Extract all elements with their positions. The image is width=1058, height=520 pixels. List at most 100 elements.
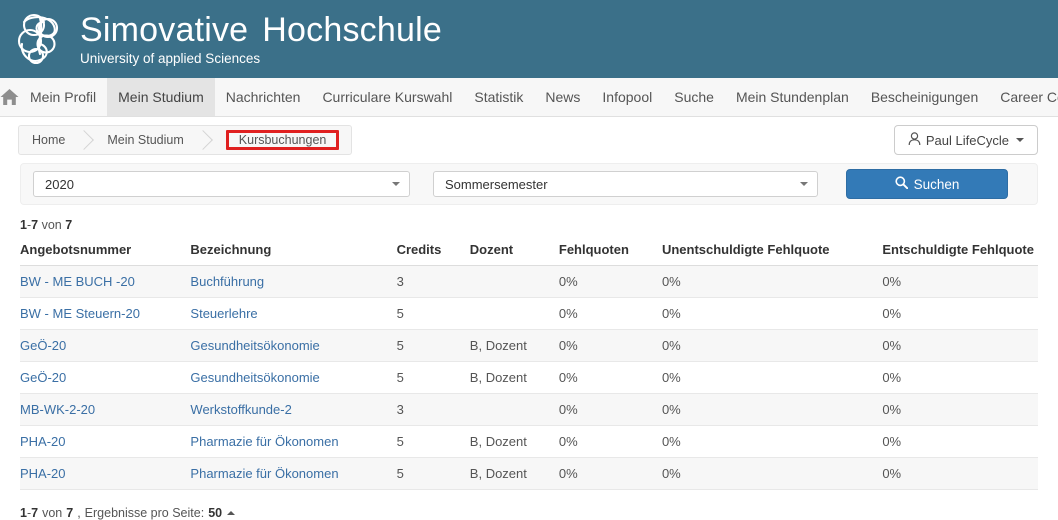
- cell-unentschuldigte-fehlquote: 0%: [657, 329, 879, 362]
- result-count-to: 7: [31, 218, 39, 232]
- column-header-dozent[interactable]: Dozent: [465, 238, 555, 266]
- chevron-down-icon: [392, 182, 400, 186]
- cell-unentschuldigte-fehlquote: 0%: [657, 265, 879, 298]
- nav-item-nachrichten[interactable]: Nachrichten: [215, 78, 312, 116]
- cell-fehlquoten: 0%: [554, 265, 658, 298]
- user-menu-button[interactable]: Paul LifeCycle: [893, 125, 1038, 155]
- cell-angebotsnummer[interactable]: PHA-20: [20, 457, 187, 490]
- column-header-credits[interactable]: Credits: [392, 238, 466, 266]
- nav-item-mein-stundenplan[interactable]: Mein Stundenplan: [725, 78, 860, 116]
- cell-dozent: B, Dozent: [465, 457, 555, 490]
- nav-item-bescheinigungen[interactable]: Bescheinigungen: [860, 78, 989, 116]
- cell-entschuldigte-fehlquote: 0%: [878, 329, 1038, 362]
- nav-item-news[interactable]: News: [534, 78, 591, 116]
- table-header-row: Angebotsnummer Bezeichnung Credits Dozen…: [20, 238, 1038, 266]
- table-row[interactable]: BW - ME Steuern-20 Steuerlehre 5 0% 0% 0…: [20, 297, 1038, 330]
- brand-subtitle: University of applied Sciences: [80, 50, 261, 66]
- table-row[interactable]: GeÖ-20 Gesundheitsökonomie 5 B, Dozent 0…: [20, 361, 1038, 394]
- chevron-down-icon: [800, 182, 808, 186]
- cell-unentschuldigte-fehlquote: 0%: [657, 297, 879, 330]
- cell-fehlquoten: 0%: [554, 329, 658, 362]
- cell-bezeichnung[interactable]: Gesundheitsökonomie: [186, 361, 393, 394]
- cell-credits: 5: [392, 297, 466, 330]
- nav-item-mein-profil[interactable]: Mein Profil: [19, 78, 107, 116]
- footer-count-total: 7: [66, 506, 74, 520]
- breadcrumb: Home Mein Studium Kursbuchungen: [18, 125, 353, 155]
- result-count-top: 1-7 von 7: [20, 205, 1038, 238]
- cell-bezeichnung[interactable]: Werkstoffkunde-2: [186, 393, 393, 426]
- cell-angebotsnummer[interactable]: MB-WK-2-20: [20, 393, 187, 426]
- cell-angebotsnummer[interactable]: GeÖ-20: [20, 329, 187, 362]
- cell-unentschuldigte-fehlquote: 0%: [657, 425, 879, 458]
- nav-item-statistik[interactable]: Statistik: [463, 78, 534, 116]
- brand-name-second: Hochschule: [262, 10, 442, 49]
- cell-credits: 5: [392, 329, 466, 362]
- nav-item-mein-studium[interactable]: Mein Studium: [107, 78, 215, 116]
- cell-bezeichnung[interactable]: Steuerlehre: [186, 297, 393, 330]
- cell-entschuldigte-fehlquote: 0%: [878, 361, 1038, 394]
- column-header-unentschuldigte-fehlquote[interactable]: Unentschuldigte Fehlquote: [657, 238, 879, 266]
- cell-unentschuldigte-fehlquote: 0%: [657, 361, 879, 394]
- column-header-fehlquoten[interactable]: Fehlquoten: [554, 238, 658, 266]
- cell-dozent: [465, 393, 555, 426]
- cell-angebotsnummer[interactable]: GeÖ-20: [20, 361, 187, 394]
- breadcrumb-item-kursbuchungen-wrapper: Kursbuchungen: [212, 126, 352, 154]
- breadcrumb-item-kursbuchungen[interactable]: Kursbuchungen: [225, 130, 340, 150]
- footer-comma: ,: [77, 506, 81, 520]
- column-header-bezeichnung[interactable]: Bezeichnung: [186, 238, 393, 266]
- breadcrumb-item-home[interactable]: Home: [19, 126, 77, 154]
- table-row[interactable]: PHA-20 Pharmazie für Ökonomen 5 B, Dozen…: [20, 425, 1038, 458]
- semester-select[interactable]: Sommersemester: [433, 171, 818, 197]
- cell-angebotsnummer[interactable]: BW - ME Steuern-20: [20, 297, 187, 330]
- cell-angebotsnummer[interactable]: BW - ME BUCH -20: [20, 265, 187, 298]
- cell-credits: 5: [392, 361, 466, 394]
- table-row[interactable]: GeÖ-20 Gesundheitsökonomie 5 B, Dozent 0…: [20, 329, 1038, 362]
- breadcrumb-row: Home Mein Studium Kursbuchungen Paul Lif…: [0, 117, 1058, 163]
- table-row[interactable]: MB-WK-2-20 Werkstoffkunde-2 3 0% 0% 0%: [20, 393, 1038, 426]
- cell-entschuldigte-fehlquote: 0%: [878, 265, 1038, 298]
- footer-count-from: 1: [20, 506, 27, 520]
- cell-dozent: B, Dozent: [465, 361, 555, 394]
- nav-item-infopool[interactable]: Infopool: [591, 78, 663, 116]
- cell-fehlquoten: 0%: [554, 425, 658, 458]
- table-body: BW - ME BUCH -20 Buchführung 3 0% 0% 0% …: [20, 265, 1038, 490]
- year-select-value: 2020: [45, 176, 74, 192]
- cell-credits: 5: [392, 425, 466, 458]
- cell-unentschuldigte-fehlquote: 0%: [657, 457, 879, 490]
- cell-angebotsnummer[interactable]: PHA-20: [20, 425, 187, 458]
- cell-dozent: B, Dozent: [465, 329, 555, 362]
- cell-bezeichnung[interactable]: Pharmazie für Ökonomen: [186, 457, 393, 490]
- cell-entschuldigte-fehlquote: 0%: [878, 425, 1038, 458]
- caret-down-icon: [1016, 138, 1024, 142]
- table-row[interactable]: BW - ME BUCH -20 Buchführung 3 0% 0% 0%: [20, 265, 1038, 298]
- table-head: Angebotsnummer Bezeichnung Credits Dozen…: [20, 238, 1038, 266]
- cell-unentschuldigte-fehlquote: 0%: [657, 393, 879, 426]
- table-row[interactable]: PHA-20 Pharmazie für Ökonomen 5 B, Dozen…: [20, 457, 1038, 490]
- cell-entschuldigte-fehlquote: 0%: [878, 457, 1038, 490]
- cell-bezeichnung[interactable]: Buchführung: [186, 265, 393, 298]
- column-header-angebotsnummer[interactable]: Angebotsnummer: [20, 238, 187, 266]
- year-select[interactable]: 2020: [33, 171, 410, 197]
- column-header-entschuldigte-fehlquote[interactable]: Entschuldigte Fehlquote: [878, 238, 1038, 266]
- result-count-from: 1: [20, 218, 27, 232]
- user-name-label: Paul LifeCycle: [925, 132, 1009, 148]
- site-header: Simovative Hochschule University of appli…: [0, 0, 1058, 78]
- home-icon[interactable]: [0, 78, 19, 116]
- breadcrumb-item-mein-studium[interactable]: Mein Studium: [93, 126, 195, 154]
- cell-bezeichnung[interactable]: Pharmazie für Ökonomen: [186, 425, 393, 458]
- cell-credits: 3: [392, 265, 466, 298]
- cell-entschuldigte-fehlquote: 0%: [878, 393, 1038, 426]
- nav-item-suche[interactable]: Suche: [663, 78, 725, 116]
- semester-select-value: Sommersemester: [445, 176, 548, 192]
- results-section: 1-7 von 7 Angebotsnummer Bezeichnung Cre…: [0, 205, 1058, 520]
- search-icon: [894, 176, 908, 192]
- nav-item-career-center[interactable]: Career Center: [989, 78, 1058, 116]
- cell-fehlquoten: 0%: [554, 361, 658, 394]
- per-page-selector[interactable]: 50: [208, 506, 236, 520]
- cell-credits: 5: [392, 457, 466, 490]
- footer-von-label: von: [42, 506, 63, 520]
- brand-title: Simovative Hochschule: [80, 13, 442, 47]
- nav-item-curriculare-kurswahl[interactable]: Curriculare Kurswahl: [311, 78, 463, 116]
- cell-bezeichnung[interactable]: Gesundheitsökonomie: [186, 329, 393, 362]
- search-button[interactable]: Suchen: [846, 169, 1008, 199]
